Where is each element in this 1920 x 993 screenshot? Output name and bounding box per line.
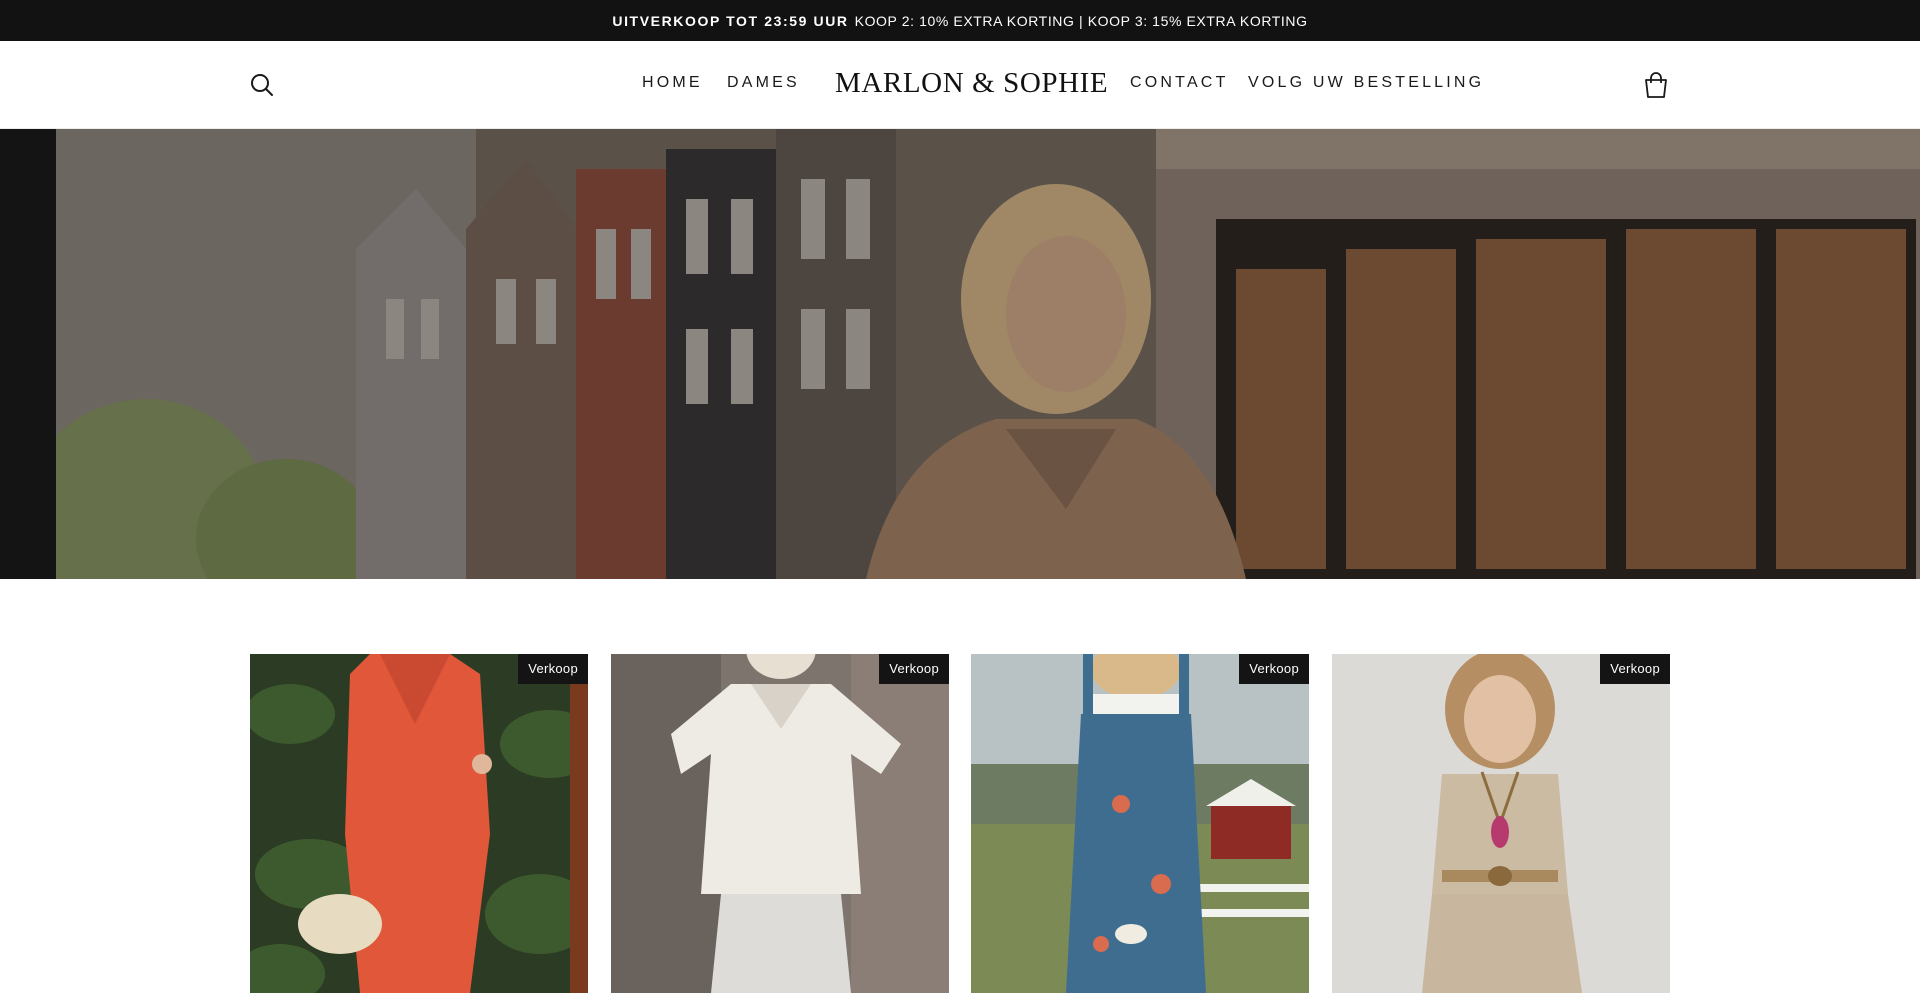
nav-dames[interactable]: DAMES (727, 74, 800, 92)
sale-badge: Verkoop (1600, 654, 1670, 684)
search-icon[interactable] (249, 72, 275, 98)
sale-badge: Verkoop (879, 654, 949, 684)
product-card[interactable]: Verkoop (971, 654, 1309, 993)
nav-track-order[interactable]: VOLG UW BESTELLING (1248, 74, 1484, 92)
hero-banner-image (56, 129, 1920, 579)
site-logo[interactable]: MARLON & SOPHIE (835, 67, 1108, 100)
site-header: HOME DAMES MARLON & SOPHIE CONTACT VOLG … (0, 41, 1920, 129)
product-card[interactable]: Verkoop (611, 654, 949, 993)
nav-home[interactable]: HOME (642, 74, 703, 92)
product-image (971, 654, 1309, 993)
sale-badge: Verkoop (518, 654, 588, 684)
product-card[interactable]: Verkoop (1332, 654, 1670, 993)
nav-contact[interactable]: CONTACT (1130, 74, 1229, 92)
sale-badge: Verkoop (1239, 654, 1309, 684)
product-image (250, 654, 588, 993)
product-card[interactable]: Verkoop (250, 654, 588, 993)
hero-left-strip (0, 129, 56, 579)
announcement-highlight: UITVERKOOP TOT 23:59 UUR (612, 12, 849, 29)
product-image (1332, 654, 1670, 993)
shopping-bag-icon[interactable] (1643, 71, 1669, 99)
announcement-bar: UITVERKOOP TOT 23:59 UUR KOOP 2: 10% EXT… (0, 0, 1920, 41)
announcement-text: KOOP 2: 10% EXTRA KORTING | KOOP 3: 15% … (854, 12, 1308, 29)
product-image (611, 654, 949, 993)
